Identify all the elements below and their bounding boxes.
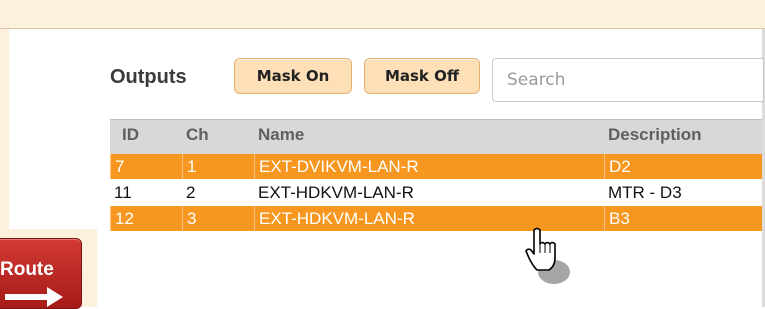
mask-on-button[interactable]: Mask On [234, 58, 352, 94]
cell-description: MTR - D3 [608, 183, 682, 202]
cell-ch: 1 [182, 154, 254, 179]
search-input[interactable] [492, 58, 764, 102]
hand-pointer-icon [525, 227, 570, 284]
column-header-description[interactable]: Description [608, 125, 765, 145]
top-banner [0, 0, 765, 29]
route-button-label: Route [0, 259, 54, 280]
route-button[interactable]: Route [0, 238, 82, 309]
mask-off-button[interactable]: Mask Off [364, 58, 480, 94]
table-row[interactable]: 7 1 EXT-DVIKVM-LAN-R D2 [110, 154, 762, 180]
column-header-ch[interactable]: Ch [186, 125, 258, 145]
column-header-id[interactable]: ID [116, 125, 192, 145]
outputs-title: Outputs [110, 66, 187, 88]
table-row[interactable]: 12 3 EXT-HDKVM-LAN-R B3 [110, 206, 762, 232]
cell-ch: 3 [182, 206, 254, 231]
cell-id: 11 [114, 183, 132, 202]
cell-description: B3 [604, 206, 762, 231]
arrow-right-icon [5, 287, 63, 307]
outputs-table: ID Ch Name Description 7 1 EXT-DVIKVM-LA… [110, 119, 762, 232]
table-header: ID Ch Name Description [110, 119, 762, 154]
column-header-name[interactable]: Name [258, 125, 608, 145]
cell-name: EXT-DVIKVM-LAN-R [254, 154, 604, 179]
table-row[interactable]: 11 2 EXT-HDKVM-LAN-R MTR - D3 [110, 180, 762, 206]
cell-ch: 2 [186, 183, 196, 202]
cell-id: 7 [110, 154, 180, 179]
cell-description: D2 [604, 154, 762, 179]
cell-name: EXT-HDKVM-LAN-R [258, 183, 414, 202]
cell-id: 12 [110, 206, 180, 231]
